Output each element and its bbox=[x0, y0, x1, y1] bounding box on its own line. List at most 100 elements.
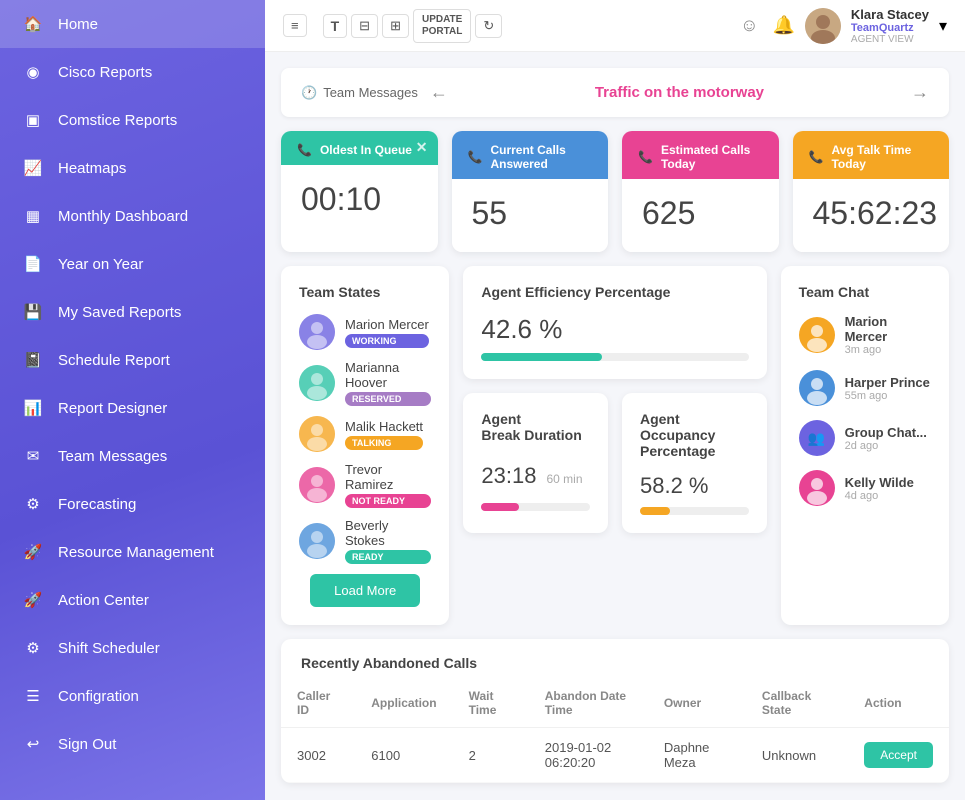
sidebar-item-year-on-year[interactable]: 📄 Year on Year bbox=[0, 240, 265, 288]
chat-info: Group Chat... 2d ago bbox=[845, 425, 927, 452]
sidebar-label-cisco-reports: Cisco Reports bbox=[58, 64, 152, 81]
sidebar-item-report-designer[interactable]: 📊 Report Designer bbox=[0, 384, 265, 432]
topbar-icons: ☺ 🔔 bbox=[740, 15, 795, 36]
agent-avatar bbox=[299, 365, 335, 401]
efficiency-progress-bg bbox=[481, 353, 748, 361]
text-smaller-button[interactable]: ⊟ bbox=[351, 14, 378, 38]
chat-avatar bbox=[799, 317, 835, 353]
load-more-button[interactable]: Load More bbox=[310, 574, 420, 607]
efficiency-bottom: AgentBreak Duration 23:18 60 min AgentOc… bbox=[463, 393, 766, 533]
hamburger-button[interactable]: ≡ bbox=[283, 14, 307, 37]
user-org: TeamQuartz bbox=[851, 22, 929, 34]
update-portal-button[interactable]: UPDATEPORTAL bbox=[413, 9, 471, 43]
chat-item[interactable]: Marion Mercer 3m ago bbox=[799, 314, 931, 356]
sidebar-item-cisco-reports[interactable]: ◉ Cisco Reports bbox=[0, 48, 265, 96]
chat-time: 55m ago bbox=[845, 390, 930, 402]
break-duration-row: 23:18 60 min bbox=[481, 457, 590, 495]
team-messages-text: Team Messages bbox=[323, 85, 418, 100]
sidebar-item-resource-management[interactable]: 🚀 Resource Management bbox=[0, 528, 265, 576]
forecasting-icon: ⚙ bbox=[22, 493, 44, 515]
text-larger-button[interactable]: ⊞ bbox=[382, 14, 409, 38]
report-designer-icon: 📊 bbox=[22, 397, 44, 419]
refresh-button[interactable]: ↻ bbox=[475, 14, 502, 38]
sidebar-item-home[interactable]: 🏠 Home bbox=[0, 0, 265, 48]
chat-info: Harper Prince 55m ago bbox=[845, 375, 930, 402]
break-duration-value: 23:18 bbox=[481, 463, 536, 489]
status-badge: WORKING bbox=[345, 334, 429, 348]
sidebar-item-sign-out[interactable]: ↩ Sign Out bbox=[0, 720, 265, 768]
clock-icon: 🕐 bbox=[301, 85, 317, 101]
stat-card-title-avg-talk-time-today: Avg Talk Time Today bbox=[831, 143, 933, 171]
efficiency-value: 42.6 % bbox=[481, 314, 748, 345]
sidebar-label-resource-management: Resource Management bbox=[58, 544, 214, 561]
agent-avatar bbox=[299, 523, 335, 559]
sidebar-label-year-on-year: Year on Year bbox=[58, 256, 143, 273]
sidebar-item-my-saved-reports[interactable]: 💾 My Saved Reports bbox=[0, 288, 265, 336]
close-icon[interactable]: ✕ bbox=[416, 139, 428, 156]
efficiency-top: Agent Efficiency Percentage 42.6 % bbox=[463, 266, 766, 379]
agent-row: Marion Mercer WORKING bbox=[299, 314, 431, 350]
table-body: 3002 6100 2 2019-01-02 06:20:20 Daphne M… bbox=[281, 728, 949, 783]
stat-card-value-current-calls-answered: 55 bbox=[452, 179, 609, 252]
occupancy-progress-fill bbox=[640, 507, 670, 515]
break-duration-panel: AgentBreak Duration 23:18 60 min bbox=[463, 393, 608, 533]
cell-abandon-date: 2019-01-02 06:20:20 bbox=[529, 728, 648, 783]
schedule-report-icon: 📓 bbox=[22, 349, 44, 371]
chat-time: 4d ago bbox=[845, 490, 914, 502]
agent-name: Trevor Ramirez bbox=[345, 462, 431, 492]
stat-card-title-estimated-calls-today: Estimated Calls Today bbox=[661, 143, 763, 171]
table-column-header: Wait Time bbox=[453, 679, 529, 728]
chat-item[interactable]: Harper Prince 55m ago bbox=[799, 370, 931, 406]
sidebar-item-action-center[interactable]: 🚀 Action Center bbox=[0, 576, 265, 624]
cell-application: 6100 bbox=[355, 728, 452, 783]
sidebar-item-monthly-dashboard[interactable]: ▦ Monthly Dashboard bbox=[0, 192, 265, 240]
stat-card-header-estimated-calls-today: 📞 Estimated Calls Today bbox=[622, 131, 779, 179]
team-chat-panel: Team Chat Marion Mercer 3m ago Harper Pr… bbox=[781, 266, 949, 625]
traffic-message: Traffic on the motorway bbox=[460, 84, 899, 101]
configuration-icon: ☰ bbox=[22, 685, 44, 707]
cell-caller-id: 3002 bbox=[281, 728, 355, 783]
efficiency-progress-fill bbox=[481, 353, 601, 361]
sidebar-item-heatmaps[interactable]: 📈 Heatmaps bbox=[0, 144, 265, 192]
stat-card-header-current-calls-answered: 📞 Current Calls Answered bbox=[452, 131, 609, 179]
chat-avatar: 👥 bbox=[799, 420, 835, 456]
agent-list: Marion Mercer WORKING Marianna Hoover RE… bbox=[299, 314, 431, 564]
status-badge: NOT READY bbox=[345, 494, 431, 508]
sidebar-label-my-saved-reports: My Saved Reports bbox=[58, 304, 181, 321]
nav-next-button[interactable]: → bbox=[911, 82, 929, 103]
chat-info: Marion Mercer 3m ago bbox=[845, 314, 931, 356]
sidebar-label-report-designer: Report Designer bbox=[58, 400, 167, 417]
user-info: Klara Stacey TeamQuartz AGENT VIEW bbox=[851, 7, 929, 45]
sidebar-item-team-messages[interactable]: ✉ Team Messages bbox=[0, 432, 265, 480]
team-states-panel: Team States Marion Mercer WORKING Marian… bbox=[281, 266, 449, 625]
sidebar-label-comstice-reports: Comstice Reports bbox=[58, 112, 177, 129]
chat-item[interactable]: 👥 Group Chat... 2d ago bbox=[799, 420, 931, 456]
sidebar-label-team-messages: Team Messages bbox=[58, 448, 167, 465]
accept-button[interactable]: Accept bbox=[864, 742, 933, 768]
stat-card-header-avg-talk-time-today: 📞 Avg Talk Time Today bbox=[793, 131, 950, 179]
agent-row: Beverly Stokes READY bbox=[299, 518, 431, 564]
sidebar-item-forecasting[interactable]: ⚙ Forecasting bbox=[0, 480, 265, 528]
chat-name: Harper Prince bbox=[845, 375, 930, 390]
stat-card-value-oldest-in-queue: 00:10 bbox=[281, 165, 438, 238]
agent-info: Malik Hackett TALKING bbox=[345, 419, 423, 450]
occupancy-panel: AgentOccupancy Percentage 58.2 % bbox=[622, 393, 767, 533]
sidebar-item-configuration[interactable]: ☰ Configration bbox=[0, 672, 265, 720]
nav-prev-button[interactable]: ← bbox=[430, 82, 448, 103]
chat-item[interactable]: Kelly Wilde 4d ago bbox=[799, 470, 931, 506]
break-progress-fill bbox=[481, 503, 519, 511]
notification-icon[interactable]: 🔔 bbox=[772, 15, 794, 36]
table-column-header: Caller ID bbox=[281, 679, 355, 728]
table-column-header: Application bbox=[355, 679, 452, 728]
user-area[interactable]: Klara Stacey TeamQuartz AGENT VIEW ▾ bbox=[805, 7, 947, 45]
sidebar-item-schedule-report[interactable]: 📓 Schedule Report bbox=[0, 336, 265, 384]
sidebar-item-shift-scheduler[interactable]: ⚙ Shift Scheduler bbox=[0, 624, 265, 672]
content-area: 🕐 Team Messages ← Traffic on the motorwa… bbox=[265, 52, 965, 800]
sidebar-item-comstice-reports[interactable]: ▣ Comstice Reports bbox=[0, 96, 265, 144]
monthly-dashboard-icon: ▦ bbox=[22, 205, 44, 227]
font-size-increase-button[interactable]: T bbox=[323, 14, 348, 38]
user-role: AGENT VIEW bbox=[851, 34, 929, 45]
emoji-icon[interactable]: ☺ bbox=[740, 15, 758, 36]
stat-card-current-calls-answered: 📞 Current Calls Answered 55 bbox=[452, 131, 609, 252]
my-saved-reports-icon: 💾 bbox=[22, 301, 44, 323]
